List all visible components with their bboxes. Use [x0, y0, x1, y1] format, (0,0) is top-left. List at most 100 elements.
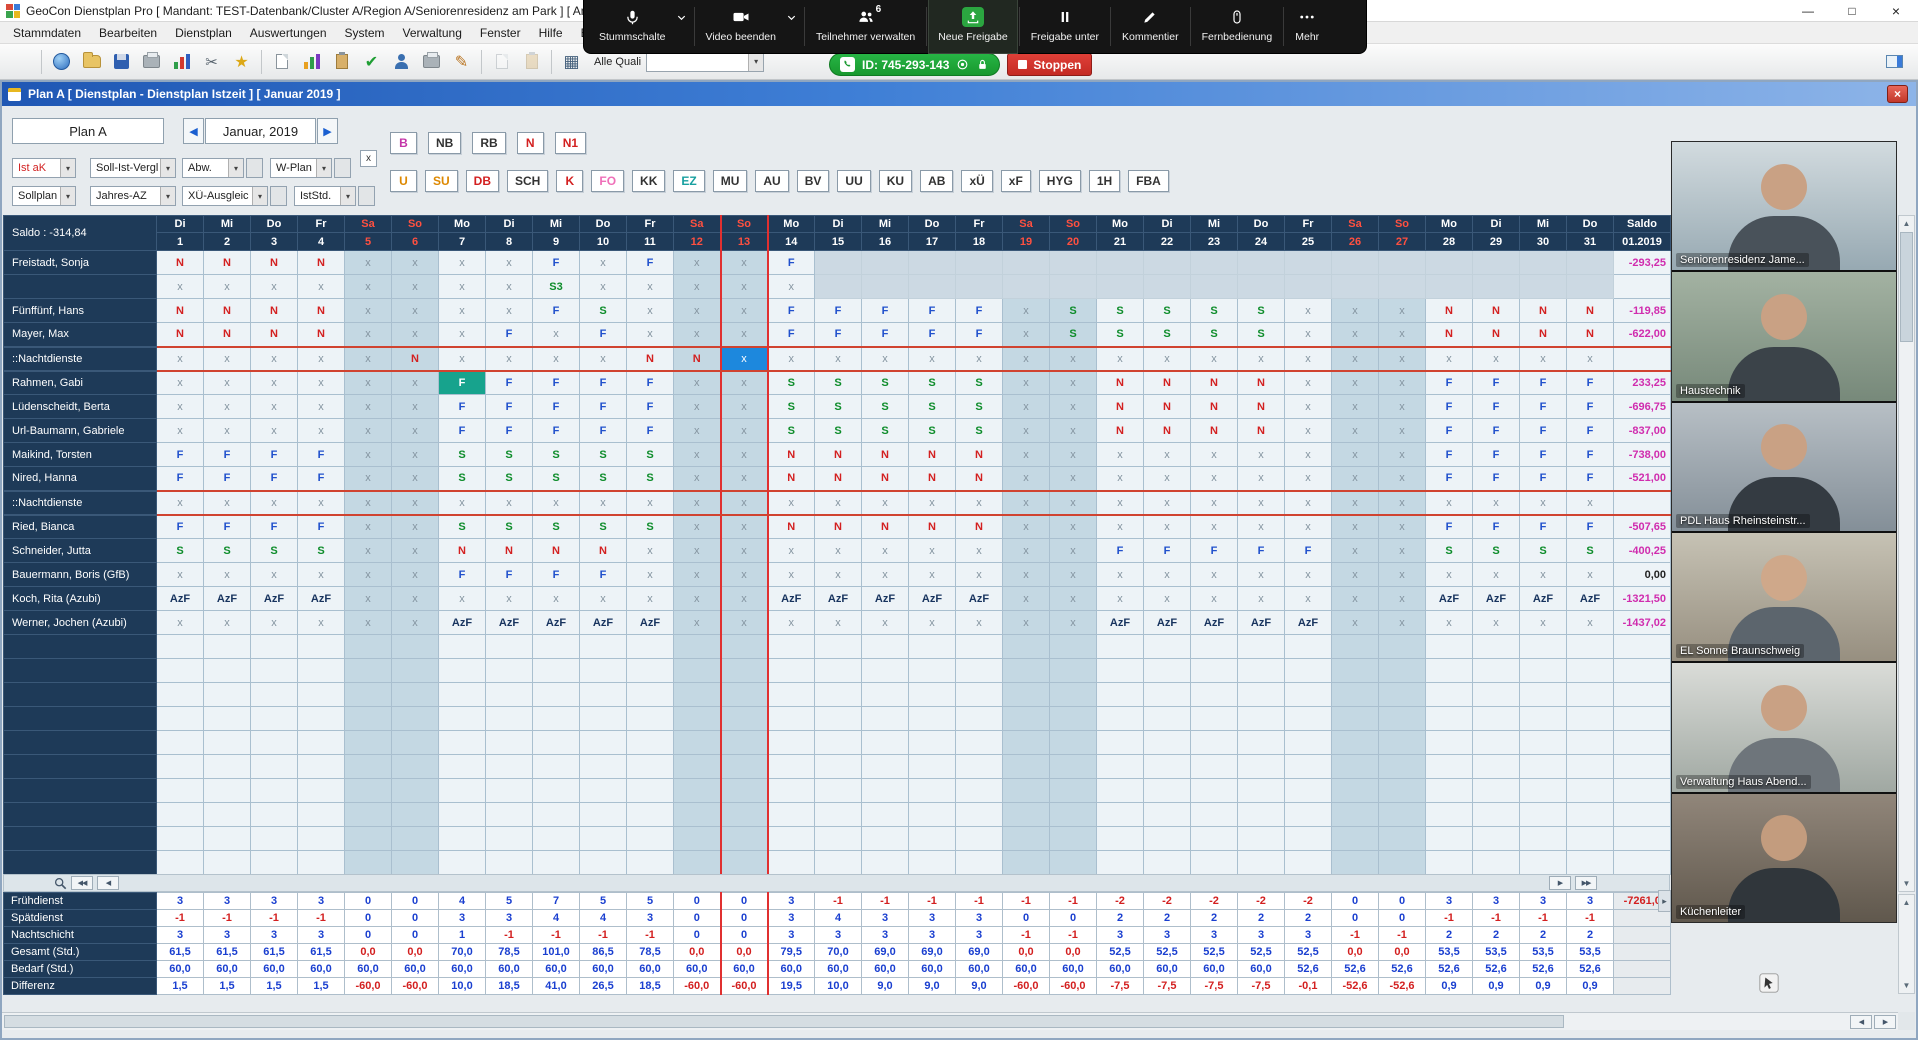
- shift-cell[interactable]: x: [486, 491, 533, 515]
- shift-cell[interactable]: [1191, 755, 1238, 779]
- shift-cell[interactable]: S: [909, 395, 956, 419]
- shift-cell[interactable]: [627, 731, 674, 755]
- filter-soll-ist-vergleich[interactable]: Soll-Ist-Vergl▾: [90, 158, 176, 178]
- shift-cell[interactable]: [1379, 251, 1426, 275]
- day-name-header[interactable]: Fr: [627, 216, 674, 233]
- day-name-header[interactable]: Mi: [533, 216, 580, 233]
- shift-cell[interactable]: [1238, 251, 1285, 275]
- shift-cell[interactable]: x: [721, 371, 768, 395]
- shift-cell[interactable]: x: [1379, 563, 1426, 587]
- shift-cell[interactable]: [956, 803, 1003, 827]
- shift-cell[interactable]: [674, 851, 721, 875]
- shift-cell[interactable]: x: [1285, 563, 1332, 587]
- shift-cell[interactable]: [627, 803, 674, 827]
- shift-cell[interactable]: x: [1332, 587, 1379, 611]
- shift-cell[interactable]: [721, 659, 768, 683]
- v-scroll-thumb[interactable]: [1900, 232, 1913, 342]
- shift-cell[interactable]: x: [298, 611, 345, 635]
- shift-cell[interactable]: [1238, 827, 1285, 851]
- shift-cell[interactable]: [486, 683, 533, 707]
- shift-cell[interactable]: x: [1379, 299, 1426, 323]
- shift-cell[interactable]: x: [345, 347, 392, 371]
- shift-cell[interactable]: [768, 779, 815, 803]
- shift-cell[interactable]: S: [580, 299, 627, 323]
- shift-cell[interactable]: S: [815, 371, 862, 395]
- shift-cell[interactable]: x: [674, 323, 721, 347]
- shift-cell[interactable]: [204, 683, 251, 707]
- shift-cell[interactable]: [862, 251, 909, 275]
- shift-cell[interactable]: [956, 635, 1003, 659]
- shift-cell[interactable]: [298, 803, 345, 827]
- bscroll-right-button[interactable]: ▶: [1874, 1015, 1896, 1029]
- shift-cell[interactable]: x: [204, 371, 251, 395]
- shift-cell[interactable]: F: [204, 467, 251, 491]
- shift-cell[interactable]: x: [392, 371, 439, 395]
- shift-cell[interactable]: x: [721, 251, 768, 275]
- shift-cell[interactable]: N: [298, 299, 345, 323]
- shift-cell[interactable]: [392, 731, 439, 755]
- shift-cell[interactable]: x: [815, 611, 862, 635]
- shift-cell[interactable]: x: [721, 299, 768, 323]
- shift-cell[interactable]: x: [345, 611, 392, 635]
- shift-cell[interactable]: S: [909, 419, 956, 443]
- shift-cell[interactable]: [1191, 635, 1238, 659]
- shift-cell[interactable]: F: [298, 443, 345, 467]
- shift-cell[interactable]: [345, 827, 392, 851]
- grid-v-scrollbar[interactable]: ▲ ▼: [1898, 215, 1915, 892]
- shift-cell[interactable]: [1473, 707, 1520, 731]
- shift-cell[interactable]: [1097, 779, 1144, 803]
- shift-cell[interactable]: [345, 707, 392, 731]
- shift-cell[interactable]: F: [1285, 539, 1332, 563]
- shift-cell[interactable]: [298, 755, 345, 779]
- shift-cell[interactable]: [204, 731, 251, 755]
- shift-cell[interactable]: F: [956, 299, 1003, 323]
- shift-cell[interactable]: S: [1520, 539, 1567, 563]
- shift-cell[interactable]: [1191, 707, 1238, 731]
- shift-cell[interactable]: x: [345, 467, 392, 491]
- shift-cell[interactable]: [1567, 827, 1614, 851]
- shift-cell[interactable]: F: [862, 299, 909, 323]
- shift-cell[interactable]: [157, 659, 204, 683]
- shift-cell[interactable]: [1050, 275, 1097, 299]
- shift-cell[interactable]: AzF: [768, 587, 815, 611]
- shift-cell[interactable]: x: [1285, 467, 1332, 491]
- shift-cell[interactable]: x: [1050, 395, 1097, 419]
- day-name-header[interactable]: Mo: [1097, 216, 1144, 233]
- shift-cell[interactable]: [815, 827, 862, 851]
- employee-name[interactable]: ::Nachtdienste: [4, 491, 157, 515]
- shift-cell[interactable]: x: [157, 563, 204, 587]
- shift-cell[interactable]: [580, 659, 627, 683]
- shift-cell[interactable]: N: [204, 323, 251, 347]
- shift-cell[interactable]: [392, 755, 439, 779]
- shift-cell[interactable]: AzF: [251, 587, 298, 611]
- conference-kommentier-button[interactable]: Kommentier: [1113, 0, 1188, 53]
- shift-cell[interactable]: S: [956, 419, 1003, 443]
- day-number-header[interactable]: 2: [204, 233, 251, 251]
- shift-cell[interactable]: N: [1144, 395, 1191, 419]
- shift-cell[interactable]: x: [1332, 419, 1379, 443]
- shift-cell[interactable]: x: [533, 491, 580, 515]
- shift-cell[interactable]: [1003, 755, 1050, 779]
- shift-cell[interactable]: x: [1191, 467, 1238, 491]
- shift-cell[interactable]: x: [674, 491, 721, 515]
- shift-cell[interactable]: AzF: [909, 587, 956, 611]
- shift-cell[interactable]: x: [1097, 467, 1144, 491]
- shift-cell[interactable]: x: [1144, 491, 1191, 515]
- shift-cell[interactable]: F: [1473, 443, 1520, 467]
- bscroll-left-button[interactable]: ◀: [1850, 1015, 1872, 1029]
- stop-sharing-button[interactable]: Stoppen: [1007, 53, 1092, 76]
- shift-cell[interactable]: x: [1003, 395, 1050, 419]
- shift-cell[interactable]: N: [1520, 323, 1567, 347]
- day-name-header[interactable]: Do: [580, 216, 627, 233]
- shift-cell[interactable]: S: [909, 371, 956, 395]
- shift-cell[interactable]: x: [674, 299, 721, 323]
- shift-cell[interactable]: [1426, 755, 1473, 779]
- shift-cell[interactable]: [1473, 275, 1520, 299]
- shift-cell[interactable]: AzF: [1238, 611, 1285, 635]
- shift-cell[interactable]: N: [204, 299, 251, 323]
- shift-cell[interactable]: x: [674, 587, 721, 611]
- shift-cell[interactable]: [1144, 755, 1191, 779]
- shift-cell[interactable]: [204, 803, 251, 827]
- shift-cell[interactable]: [251, 635, 298, 659]
- shift-cell[interactable]: [1097, 635, 1144, 659]
